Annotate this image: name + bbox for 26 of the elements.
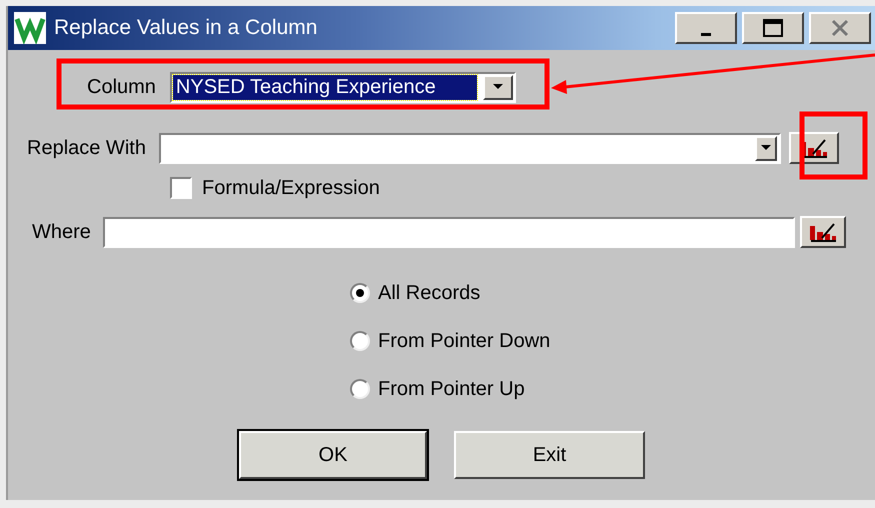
formula-checkbox[interactable] (170, 177, 192, 199)
column-label: Column (87, 76, 156, 98)
exit-button[interactable]: Exit (454, 431, 645, 479)
expression-builder-button[interactable] (788, 132, 839, 164)
radio-label: From Pointer Down (378, 330, 550, 352)
maximize-button[interactable] (742, 12, 804, 44)
radio-button[interactable] (350, 331, 370, 351)
radio-label: From Pointer Up (378, 378, 525, 400)
minimize-icon (701, 32, 711, 36)
radio-button[interactable] (350, 379, 370, 399)
formula-label: Formula/Expression (202, 176, 380, 200)
column-dropdown[interactable]: NYSED Teaching Experience (170, 72, 516, 102)
ok-button[interactable]: OK (239, 431, 427, 479)
minimize-button[interactable] (675, 12, 737, 44)
radio-button[interactable] (350, 283, 370, 303)
replace-with-label: Replace With (27, 136, 146, 160)
expression-builder-button[interactable] (800, 216, 846, 248)
replace-with-field[interactable] (158, 132, 781, 164)
close-icon (830, 18, 850, 38)
where-label: Where (32, 220, 91, 244)
close-button[interactable] (809, 12, 871, 44)
maximize-icon (762, 18, 784, 38)
where-field[interactable] (102, 216, 795, 248)
window-title: Replace Values in a Column (54, 16, 318, 40)
highlight-frame (800, 112, 868, 180)
radio-label: All Records (378, 282, 480, 304)
